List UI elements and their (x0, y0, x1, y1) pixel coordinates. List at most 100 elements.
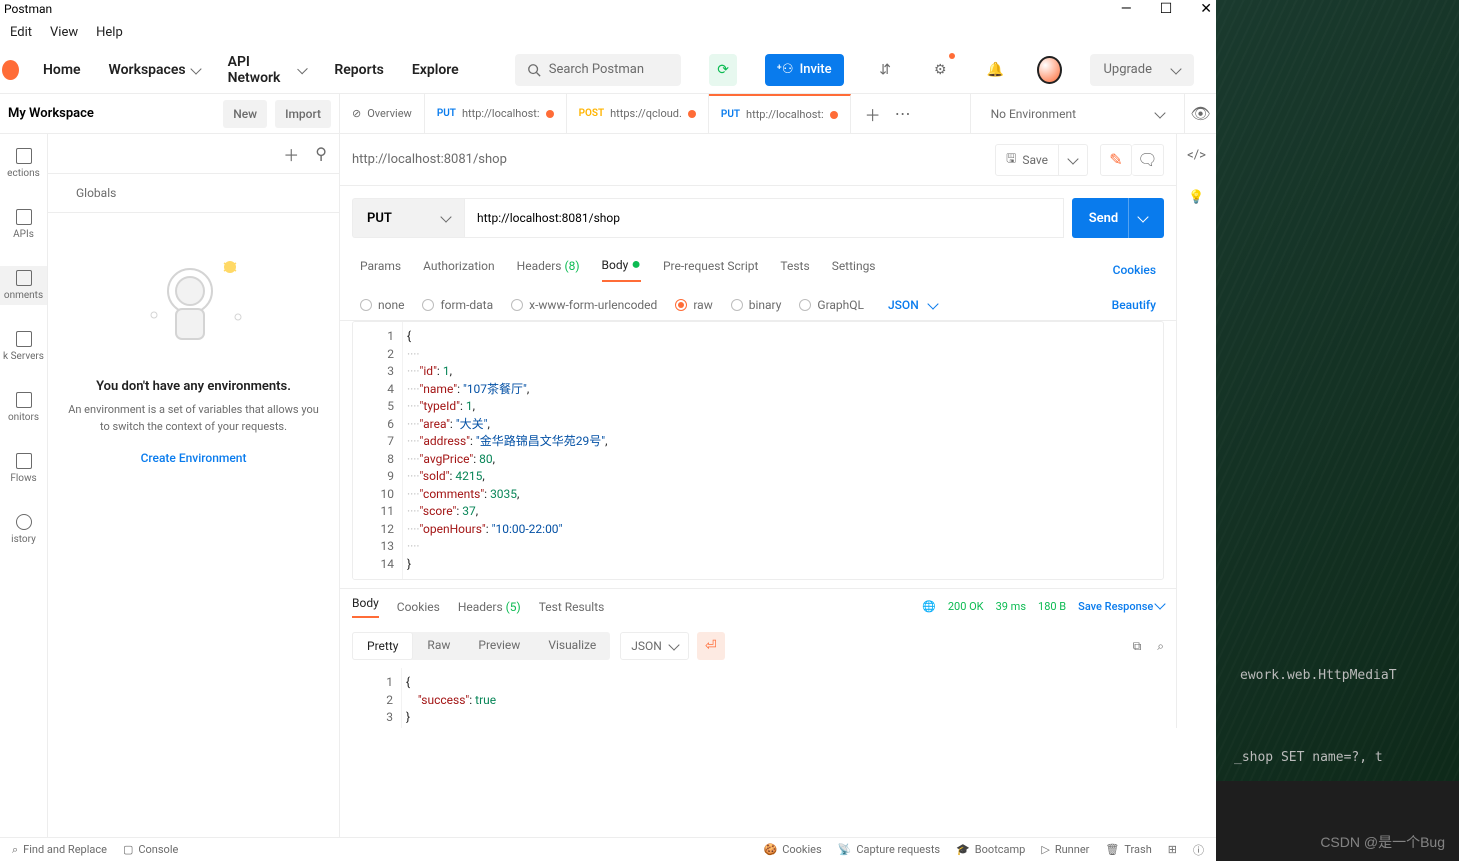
rail-mock-servers[interactable]: k Servers (0, 327, 47, 366)
subtab-tests[interactable]: Tests (780, 259, 809, 281)
response-body-editor[interactable]: 123 { "success": true } (352, 668, 1164, 728)
add-tab-button[interactable]: ＋ (865, 102, 881, 126)
subtab-authorization[interactable]: Authorization (423, 259, 495, 281)
globe-icon[interactable]: 🌐 (922, 600, 936, 613)
empty-state: You don't have any environments. An envi… (48, 213, 339, 837)
url-input[interactable] (464, 198, 1064, 238)
cookies-link[interactable]: Cookies (1113, 263, 1156, 277)
subtab-settings[interactable]: Settings (832, 259, 876, 281)
menu-edit[interactable]: Edit (10, 25, 32, 40)
radio-formdata[interactable]: form-data (422, 298, 493, 312)
send-button[interactable]: Send (1072, 198, 1164, 238)
save-button[interactable]: 🖫Save (995, 144, 1059, 176)
create-environment-button[interactable]: Create Environment (141, 451, 247, 465)
rail-environments[interactable]: onments (0, 266, 47, 305)
tab-overview[interactable]: ⊘ Overview (340, 94, 425, 133)
nav-workspaces[interactable]: Workspaces (109, 62, 200, 78)
bg-text2: _shop SET name=?, t (1234, 750, 1383, 765)
rail-collections[interactable]: ections (0, 144, 47, 183)
sb-cookies[interactable]: 🍪Cookies (763, 842, 821, 858)
globals-link[interactable]: Globals (48, 174, 339, 213)
postman-logo (2, 60, 19, 80)
tab-options-button[interactable]: ⋯ (895, 104, 911, 123)
find-replace-button[interactable]: ⌕Find and Replace (12, 843, 107, 857)
upgrade-button[interactable]: Upgrade (1090, 54, 1194, 86)
rail-flows[interactable]: Flows (0, 449, 47, 488)
radio-raw[interactable]: raw (675, 298, 712, 312)
sync-status-icon[interactable]: ⇵ (872, 54, 899, 86)
search-response-icon[interactable]: ⌕ (1157, 639, 1164, 654)
code-content[interactable]: { ···· ····"id": 1, ····"name": "107茶餐厅"… (403, 322, 1163, 579)
environment-preview-icon[interactable]: 👁 (1184, 94, 1216, 133)
menubar: Edit View Help (0, 18, 1216, 46)
subtab-params[interactable]: Params (360, 259, 401, 281)
import-button[interactable]: Import (275, 100, 331, 128)
nav-api-network[interactable]: API Network (228, 54, 307, 86)
nav-reports[interactable]: Reports (334, 62, 384, 78)
subtab-body[interactable]: Body ● (602, 258, 641, 282)
copy-icon[interactable]: ⧉ (1133, 639, 1142, 654)
rail-history[interactable]: istory (0, 510, 47, 549)
view-visualize[interactable]: Visualize (534, 632, 610, 660)
settings-icon[interactable]: ⚙ (927, 54, 954, 86)
console-button[interactable]: ▢Console (123, 843, 178, 856)
filter-icon[interactable]: ⚲ (315, 144, 327, 163)
avatar[interactable] (1037, 56, 1061, 84)
invite-button[interactable]: ⁺⚇ Invite (765, 54, 844, 86)
radio-graphql[interactable]: GraphQL (799, 298, 864, 312)
line-gutter: 1234567891011121314 (353, 322, 403, 579)
nav-explore[interactable]: Explore (412, 62, 459, 78)
subtab-headers[interactable]: Headers (8) (517, 259, 580, 281)
comment-icon[interactable]: 🗨 (1132, 144, 1164, 176)
subtab-prerequest[interactable]: Pre-request Script (663, 259, 758, 281)
resp-tab-cookies[interactable]: Cookies (397, 600, 440, 614)
view-raw[interactable]: Raw (413, 632, 464, 660)
radio-urlencoded[interactable]: x-www-form-urlencoded (511, 298, 657, 312)
environment-select[interactable]: No Environment (970, 94, 1184, 133)
tab-request-3[interactable]: PUT http://localhost: (709, 94, 851, 133)
method-select[interactable]: PUT (352, 198, 464, 238)
sb-capture[interactable]: 📡Capture requests (838, 842, 940, 858)
view-pretty[interactable]: Pretty (352, 632, 413, 660)
notifications-icon[interactable]: 🔔 (982, 54, 1009, 86)
radio-binary[interactable]: binary (731, 298, 782, 312)
sb-help[interactable]: ⓘ (1193, 842, 1204, 858)
code-icon[interactable]: </> (1187, 148, 1206, 163)
new-button[interactable]: New (223, 100, 267, 128)
sb-trash[interactable]: 🗑Trash (1105, 842, 1151, 858)
add-icon[interactable]: ＋ (283, 142, 299, 166)
resp-tab-headers[interactable]: Headers (5) (458, 600, 521, 614)
tab-request-2[interactable]: POST https://qcloud. (567, 94, 709, 133)
menu-view[interactable]: View (50, 25, 78, 40)
request-title[interactable]: http://localhost:8081/shop (352, 152, 983, 167)
tips-icon[interactable]: 💡 (1188, 190, 1204, 205)
close-button[interactable]: ✕ (1200, 1, 1212, 17)
rail-apis[interactable]: APIs (0, 205, 47, 244)
view-preview[interactable]: Preview (464, 632, 534, 660)
status-bar: ⌕Find and Replace ▢Console 🍪Cookies 📡Cap… (0, 837, 1216, 861)
edit-icon[interactable]: ✎ (1100, 144, 1132, 176)
resp-tab-testresults[interactable]: Test Results (539, 600, 605, 614)
rail-monitors[interactable]: onitors (0, 388, 47, 427)
maximize-button[interactable]: ☐ (1160, 1, 1173, 17)
minimize-button[interactable]: — (1121, 1, 1132, 17)
tab-request-1[interactable]: PUT http://localhost: (425, 94, 567, 133)
search-input[interactable]: Search Postman (515, 54, 682, 86)
resp-tab-body[interactable]: Body (352, 596, 379, 618)
sb-bootcamp[interactable]: 🎓Bootcamp (956, 842, 1025, 858)
wrap-lines-icon[interactable]: ⏎ (697, 632, 725, 660)
sync-icon[interactable]: ⟳ (709, 54, 736, 86)
radio-none[interactable]: none (360, 298, 404, 312)
request-body-editor[interactable]: 1234567891011121314 { ···· ····"id": 1, … (352, 321, 1164, 580)
unsaved-dot (688, 110, 696, 118)
content-type-select[interactable]: JSON (888, 298, 937, 312)
save-response-button[interactable]: Save Response (1078, 600, 1164, 613)
sb-runner[interactable]: ▷Runner (1041, 842, 1089, 858)
nav-home[interactable]: Home (43, 62, 81, 78)
menu-help[interactable]: Help (96, 25, 123, 40)
window-titlebar: Postman — ☐ ✕ (0, 0, 1216, 18)
beautify-button[interactable]: Beautify (1112, 298, 1156, 312)
save-dropdown[interactable] (1059, 144, 1088, 176)
sb-layout[interactable]: ⊞ (1168, 842, 1177, 858)
response-type-select[interactable]: JSON (620, 632, 689, 660)
